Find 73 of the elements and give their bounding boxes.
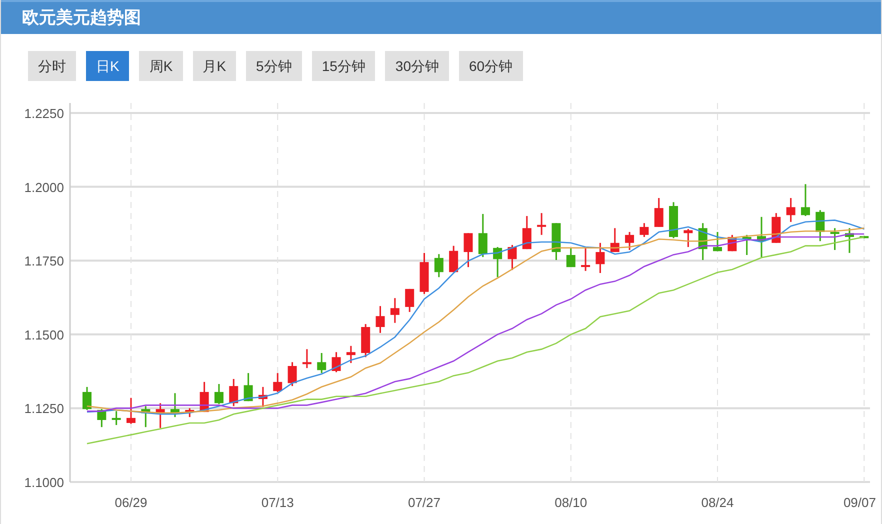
candlestick <box>625 232 634 250</box>
candlestick <box>317 353 326 374</box>
axis-label: 1.1500 <box>24 327 64 342</box>
candlestick <box>434 254 444 278</box>
candlestick <box>449 246 458 272</box>
candlestick <box>522 216 532 250</box>
candlestick <box>288 362 297 386</box>
chart-title: 欧元美元趋势图 <box>22 8 141 27</box>
candlestick <box>830 228 840 250</box>
candlestick <box>258 386 268 408</box>
axis-label: 07/27 <box>408 495 441 510</box>
candlestick <box>170 393 180 418</box>
candlestick <box>214 384 224 404</box>
candlestick <box>669 202 678 238</box>
period-tab[interactable]: 5分钟 <box>246 51 302 81</box>
axis-label: 1.2000 <box>24 180 64 195</box>
candlestick <box>82 386 92 410</box>
candlestick <box>112 411 121 426</box>
candlestick <box>420 252 429 294</box>
candlestick <box>361 324 370 358</box>
candlestick <box>713 232 722 252</box>
candlestick <box>757 216 766 258</box>
axis-label: 1.2250 <box>24 106 64 121</box>
candlestick <box>302 349 312 368</box>
candlestick <box>405 288 414 312</box>
candlestick <box>508 244 517 270</box>
candlestick <box>684 229 693 248</box>
candlestick <box>141 406 150 428</box>
candlestick <box>698 223 708 260</box>
candlestick <box>654 198 664 227</box>
candlestick <box>552 223 561 260</box>
candlestick <box>273 373 282 392</box>
candlestick <box>640 223 649 237</box>
axis-label: 1.1750 <box>24 254 64 269</box>
period-tab[interactable]: 30分钟 <box>385 51 449 81</box>
candlestick <box>581 248 590 271</box>
candlestick <box>200 382 209 412</box>
candlestick <box>229 378 238 406</box>
candlestick <box>346 346 356 364</box>
candlestick <box>493 247 502 278</box>
candlestick <box>126 398 136 424</box>
period-tab[interactable]: 月K <box>192 51 236 81</box>
candlestick <box>376 306 385 333</box>
candlestick <box>244 373 253 402</box>
candlestick <box>97 409 106 428</box>
candlestick <box>478 214 488 258</box>
axis-label: 1.1250 <box>24 401 64 416</box>
period-tab[interactable]: 15分钟 <box>312 51 376 81</box>
period-tab[interactable]: 分时 <box>28 51 76 81</box>
axis-label: 1.1000 <box>24 475 64 490</box>
candlestick <box>786 198 796 222</box>
candlestick <box>742 234 752 255</box>
candlestick <box>390 298 400 323</box>
candlestick <box>537 213 546 235</box>
axis-label: 08/10 <box>554 495 588 510</box>
candlestick <box>464 233 473 268</box>
period-tab[interactable]: 日K <box>86 51 130 81</box>
candlestick <box>844 228 854 253</box>
candlestick <box>816 210 825 242</box>
candlestick <box>332 352 341 372</box>
candlestick <box>596 242 605 273</box>
candlestick <box>860 236 869 238</box>
candlestick <box>185 408 194 418</box>
period-tab[interactable]: 周K <box>139 51 183 81</box>
candlestick <box>566 248 576 268</box>
candlestick <box>156 403 165 428</box>
axis-label: 06/29 <box>114 495 148 510</box>
axis-label: 07/13 <box>261 495 294 510</box>
axis-label: 08/24 <box>701 495 734 510</box>
axis-label: 09/07 <box>843 495 876 510</box>
candlestick <box>610 228 620 252</box>
period-tab[interactable]: 60分钟 <box>458 51 523 81</box>
candlestick <box>800 184 810 216</box>
